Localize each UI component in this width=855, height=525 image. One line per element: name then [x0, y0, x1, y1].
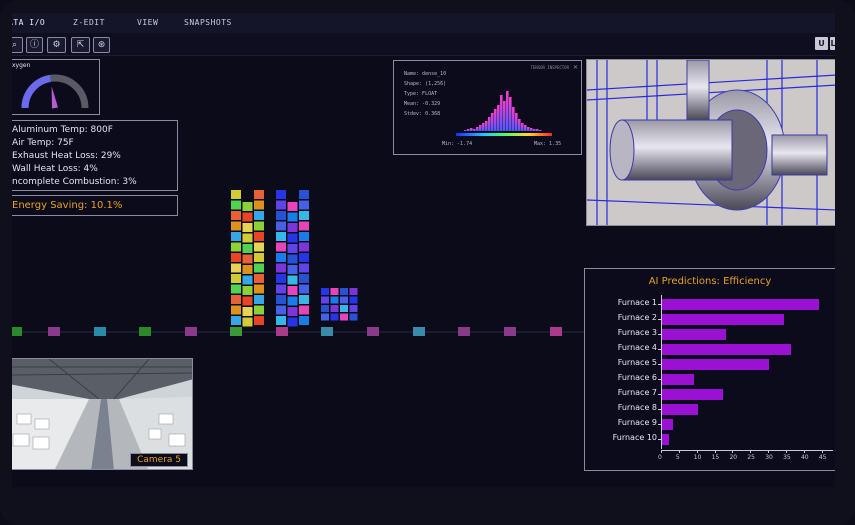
chart-x-tick-label: 0	[658, 454, 662, 461]
chart-bar	[662, 404, 698, 415]
incomplete-combustion-stat: ncomplete Combustion: 3%	[12, 177, 137, 187]
chart-x-tick-label: 45	[818, 454, 827, 461]
wall-heat-loss-stat: Wall Heat Loss: 4%	[12, 164, 98, 174]
chart-x-tick-label: 40	[800, 454, 809, 461]
camera-label: Camera 5	[130, 453, 188, 467]
layer-node[interactable]	[550, 327, 562, 336]
inspector-min: Min: -1.74	[442, 141, 473, 147]
chart-x-tick-label: 5	[675, 454, 680, 461]
inspector-histogram	[456, 91, 552, 136]
layer-node[interactable]	[276, 327, 288, 336]
chart-x-tick-label: 25	[747, 454, 755, 461]
chart-x-tick-label: 15	[711, 454, 720, 461]
layer-node[interactable]	[367, 327, 379, 336]
air-temp-stat: Air Temp: 75F	[12, 138, 74, 148]
exhaust-heat-loss-stat: Exhaust Heat Loss: 29%	[12, 151, 121, 161]
chart-bar	[662, 434, 670, 445]
inspector-close-icon[interactable]: ✕	[573, 64, 578, 71]
chart-category-label: Furnace 8	[617, 403, 657, 412]
layer-node[interactable]	[413, 327, 425, 336]
chart-bar	[662, 389, 723, 400]
chart-category-label: Furnace 10	[612, 433, 657, 442]
search-tool-icon[interactable]: ⌕	[12, 37, 23, 53]
chart-x-tick-label: 35	[783, 454, 791, 461]
oxygen-gauge-icon	[21, 74, 89, 109]
export-tool-icon[interactable]: ⇱	[71, 37, 90, 53]
chart-x-tick-label: 30	[765, 454, 773, 461]
inspector-header: TENSOR INSPECTOR	[530, 65, 569, 70]
layer-node[interactable]	[504, 327, 516, 336]
chart-category-label: Furnace 3	[617, 328, 657, 337]
chart-bar	[662, 374, 695, 385]
tensor-inspector-panel: TENSOR INSPECTOR ✕ Name: dense_10 Shape:…	[393, 60, 582, 155]
3d-model-panel[interactable]	[586, 59, 835, 226]
ai-predictions-panel: AI Predictions: Efficiency Furnace 1 Furn…	[584, 268, 835, 471]
efficiency-bar-chart: Furnace 1 Furnace 2 Furnace 3 Furnace 4 Furn…	[585, 269, 835, 470]
chart-category-label: Furnace 2	[617, 313, 657, 322]
chart-x-axis	[661, 450, 833, 451]
inspector-max: Max: 1.35	[534, 141, 562, 147]
menu-z-edit[interactable]: Z-EDIT	[73, 18, 105, 27]
chart-bar	[662, 344, 791, 355]
layer-node[interactable]	[139, 327, 151, 336]
inspector-shape: Shape: (1,256)	[404, 81, 447, 87]
menu-data-io[interactable]: ATA I/O	[12, 18, 45, 27]
furnace-stats-panel: Aluminum Temp: 800F Air Temp: 75F Exhaus…	[12, 120, 178, 191]
inspector-name: Name: dense_10	[404, 71, 447, 77]
app-frame: ATA I/O Z-EDIT VIEW SNAPSHOTS ⌕ ⓘ ⚙ ⇱ ⊛ …	[0, 0, 855, 525]
chart-bar	[662, 359, 770, 370]
app-screen: ATA I/O Z-EDIT VIEW SNAPSHOTS ⌕ ⓘ ⚙ ⇱ ⊛ …	[12, 13, 835, 487]
chart-category-label: Furnace 6	[617, 373, 657, 382]
toolbar-u-button[interactable]: U	[815, 37, 828, 50]
compare-tool-icon[interactable]: ⚙	[47, 37, 66, 53]
layer-node[interactable]	[321, 327, 333, 336]
chart-x-tick-label: 20	[729, 454, 738, 461]
layer-node[interactable]	[230, 327, 242, 336]
inspector-stdev: Stdev: 0.368	[404, 111, 441, 117]
layer-node[interactable]	[185, 327, 197, 336]
layer-node[interactable]	[94, 327, 106, 336]
aluminum-temp-stat: Aluminum Temp: 800F	[12, 125, 113, 135]
toolbar-l-button[interactable]: L	[830, 37, 835, 50]
layer-node[interactable]	[458, 327, 470, 336]
graph-tool-icon[interactable]: ⊛	[93, 37, 110, 53]
toolbar: ⌕ ⓘ ⚙ ⇱ ⊛ U L	[12, 33, 835, 56]
chart-x-tick-label: 10	[693, 454, 702, 461]
chart-category-label: Furnace 4	[617, 343, 657, 352]
layer-activation-view[interactable]	[12, 188, 592, 343]
layer-node[interactable]	[48, 327, 60, 336]
inspector-type: Type: FLOAT	[404, 91, 438, 97]
chart-bar	[662, 329, 727, 340]
furnace-model-render	[587, 60, 835, 225]
layer-node[interactable]	[12, 327, 22, 336]
menu-view[interactable]: VIEW	[137, 18, 158, 27]
chart-category-label: Furnace 5	[617, 358, 657, 367]
chart-bar	[662, 299, 820, 310]
info-tool-icon[interactable]: ⓘ	[26, 37, 43, 53]
menu-snapshots[interactable]: SNAPSHOTS	[184, 18, 232, 27]
oxygen-gauge-panel: xygen	[12, 59, 100, 115]
chart-category-label: Furnace 9	[617, 418, 657, 427]
chart-category-label: Furnace 1	[617, 298, 657, 307]
inspector-mean: Mean: -0.329	[404, 101, 441, 107]
camera-feed-panel[interactable]: Camera 5	[12, 358, 193, 470]
chart-category-label: Furnace 7	[617, 388, 657, 397]
chart-bar	[662, 314, 784, 325]
menu-bar: ATA I/O Z-EDIT VIEW SNAPSHOTS	[12, 13, 835, 34]
chart-bar	[662, 419, 673, 430]
